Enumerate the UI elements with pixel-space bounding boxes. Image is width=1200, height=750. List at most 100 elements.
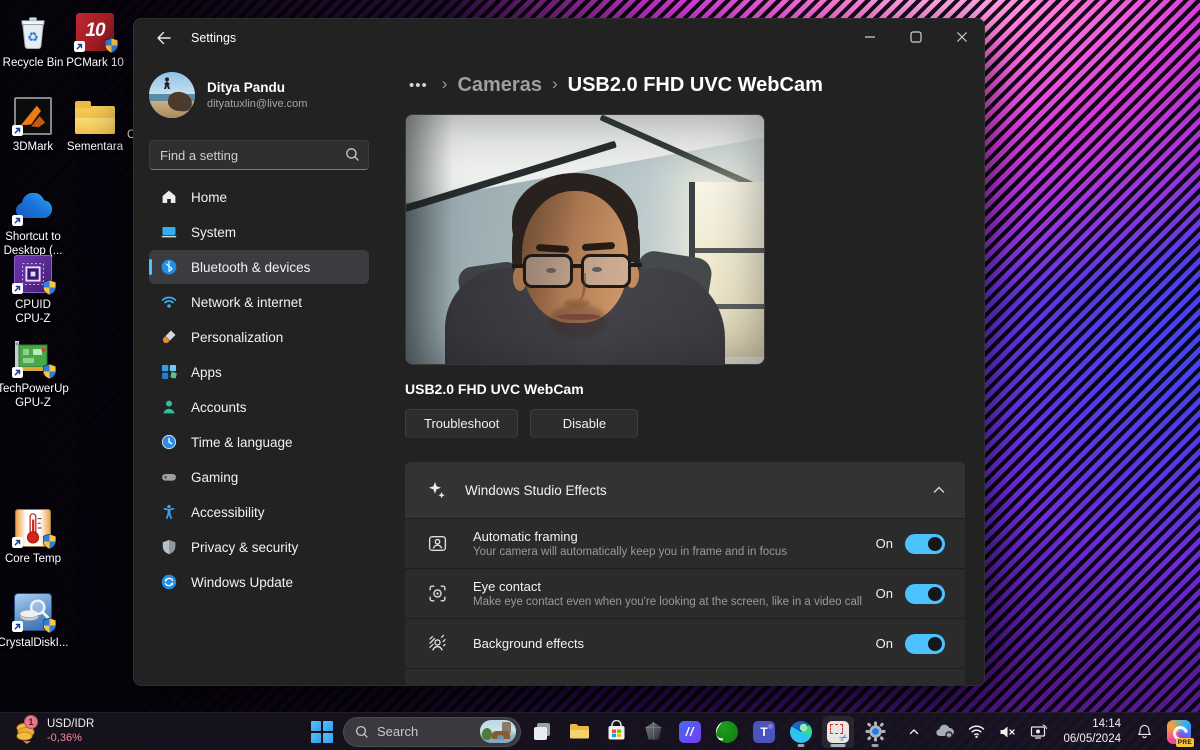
sidebar-item-system[interactable]: System: [149, 215, 369, 249]
3dmark-icon: [12, 96, 54, 136]
settings-content: ••• › Cameras › USB2.0 FHD UVC WebCam: [381, 58, 985, 686]
sidebar-item-time-language[interactable]: Time & language: [149, 425, 369, 459]
troubleshoot-button[interactable]: Troubleshoot: [405, 409, 518, 438]
tray-date: 06/05/2024: [1063, 732, 1121, 746]
chevron-right-icon: ›: [432, 74, 458, 94]
eye-contact-title: Eye contact: [473, 579, 876, 594]
taskbar-search-input[interactable]: [377, 724, 472, 739]
windows-logo-icon: [311, 721, 333, 743]
tray-chevron-up[interactable]: [902, 716, 926, 748]
eye-contact-toggle[interactable]: [905, 584, 945, 604]
app-dark-crystal-button[interactable]: [637, 716, 669, 748]
next-row-clipped: [405, 668, 965, 686]
disable-button[interactable]: Disable: [530, 409, 638, 438]
clock[interactable]: 14:14 06/05/2024: [1057, 717, 1127, 746]
slashes-app-icon: //: [679, 721, 701, 743]
desktop-icon-core-temp[interactable]: Core Temp: [0, 508, 66, 566]
copilot-preview-button[interactable]: PRE: [1162, 716, 1196, 748]
taskbar-search[interactable]: [343, 717, 521, 747]
settings-sidebar: Ditya Pandu dityatuxlin@live.com Home: [133, 58, 381, 686]
wifi-tray-icon[interactable]: [963, 716, 990, 748]
snipping-tool-icon: [827, 721, 849, 743]
taskbar: 1 USD/IDR -0,36%: [0, 712, 1200, 750]
studio-effects-title: Windows Studio Effects: [465, 483, 913, 498]
sidebar-item-personalization[interactable]: Personalization: [149, 320, 369, 354]
shield-icon: [160, 539, 177, 556]
xbox-icon: [716, 721, 738, 743]
account-profile[interactable]: Ditya Pandu dityatuxlin@live.com: [149, 72, 369, 118]
desktop-icon-onedrive-shortcut[interactable]: Shortcut to Desktop (...: [0, 186, 66, 259]
sidebar-item-network-internet[interactable]: Network & internet: [149, 285, 369, 319]
sidebar-item-windows-update[interactable]: Windows Update: [149, 565, 369, 599]
sidebar-item-apps[interactable]: Apps: [149, 355, 369, 389]
desktop-icon-label: TechPowerUp GPU-Z: [0, 382, 69, 411]
background-effects-icon: [427, 633, 461, 654]
display-cast-tray-icon[interactable]: [1025, 716, 1053, 748]
system-tray: 14:14 06/05/2024 PRE: [902, 713, 1196, 750]
breadcrumb: ••• › Cameras › USB2.0 FHD UVC WebCam: [405, 70, 965, 100]
desktop-icon-label: Recycle Bin: [3, 56, 64, 70]
sidebar-item-gaming[interactable]: Gaming: [149, 460, 369, 494]
screen: ♻ Recycle Bin 10 PCMark 10 3DMark Sement…: [0, 0, 1200, 750]
microsoft-store-button[interactable]: [600, 716, 632, 748]
system-icon: [160, 224, 177, 241]
studio-effects-header[interactable]: Windows Studio Effects: [405, 462, 965, 518]
snipping-tool-button[interactable]: [822, 716, 854, 748]
desktop-icon-recycle-bin[interactable]: ♻ Recycle Bin: [0, 12, 66, 70]
sidebar-item-accessibility[interactable]: Accessibility: [149, 495, 369, 529]
onedrive-tray-icon[interactable]: [930, 716, 959, 748]
desktop-icon-sementara-folder[interactable]: Sementara: [62, 96, 128, 154]
titlebar: Settings: [133, 18, 985, 58]
sidebar-item-privacy-security[interactable]: Privacy & security: [149, 530, 369, 564]
sidebar-item-home[interactable]: Home: [149, 180, 369, 214]
automatic-framing-toggle[interactable]: [905, 534, 945, 554]
task-view-icon: [531, 720, 554, 743]
edge-button[interactable]: [785, 716, 817, 748]
onedrive-cloud-icon: [12, 186, 54, 226]
background-effects-toggle[interactable]: [905, 634, 945, 654]
eye-contact-desc: Make eye contact even when you're lookin…: [473, 596, 876, 608]
gear-icon: [864, 720, 887, 743]
core-temp-icon: [12, 508, 54, 548]
desktop-icon-gpuz[interactable]: TechPowerUp GPU-Z: [0, 338, 66, 411]
settings-taskbar-button[interactable]: [859, 716, 891, 748]
desktop-icon-label: CrystalDiskI...: [0, 636, 68, 650]
start-button[interactable]: [306, 716, 338, 748]
chevron-up-icon[interactable]: [931, 482, 947, 498]
breadcrumb-cameras[interactable]: Cameras: [457, 74, 542, 97]
task-view-button[interactable]: [526, 716, 558, 748]
desktop-icon-label: Core Temp: [5, 552, 61, 566]
chevron-right-icon: ›: [542, 74, 568, 94]
bing-daily-image: [480, 720, 516, 743]
sidebar-item-accounts[interactable]: Accounts: [149, 390, 369, 424]
xbox-button[interactable]: [711, 716, 743, 748]
file-explorer-button[interactable]: [563, 716, 595, 748]
minimize-button[interactable]: [847, 18, 893, 56]
maximize-button[interactable]: [893, 18, 939, 56]
cpuz-icon: [12, 254, 54, 294]
volume-muted-icon[interactable]: [994, 716, 1021, 748]
back-button[interactable]: [147, 23, 179, 53]
sidebar-item-bluetooth-devices[interactable]: Bluetooth & devices: [149, 250, 369, 284]
desktop-icon-pcmark10[interactable]: 10 PCMark 10: [62, 12, 128, 70]
teams-button[interactable]: T: [748, 716, 780, 748]
person-icon: [160, 399, 177, 416]
notification-bell-icon[interactable]: [1131, 716, 1158, 748]
desktop-icon-3dmark[interactable]: 3DMark: [0, 96, 66, 154]
automatic-framing-state: On: [876, 536, 893, 551]
teams-icon: T: [753, 721, 775, 743]
avatar: [149, 72, 195, 118]
page-title: USB2.0 FHD UVC WebCam: [568, 74, 823, 97]
tray-time: 14:14: [1063, 717, 1121, 731]
desktop-icon-crystaldiskinfo[interactable]: CrystalDiskI...: [0, 592, 66, 650]
widgets-button[interactable]: 1 USD/IDR -0,36%: [6, 713, 102, 750]
camera-preview: [405, 114, 765, 365]
close-button[interactable]: [939, 18, 985, 56]
desktop-icon-cpuz[interactable]: CPUID CPU-Z: [0, 254, 66, 327]
breadcrumb-ellipsis-button[interactable]: •••: [405, 75, 432, 96]
desktop-icon-label: Sementara: [67, 140, 123, 154]
update-icon: [160, 574, 177, 591]
find-a-setting-input[interactable]: [149, 140, 369, 170]
desktop-icon-label: CPUID CPU-Z: [0, 298, 66, 327]
app-slashes-button[interactable]: //: [674, 716, 706, 748]
